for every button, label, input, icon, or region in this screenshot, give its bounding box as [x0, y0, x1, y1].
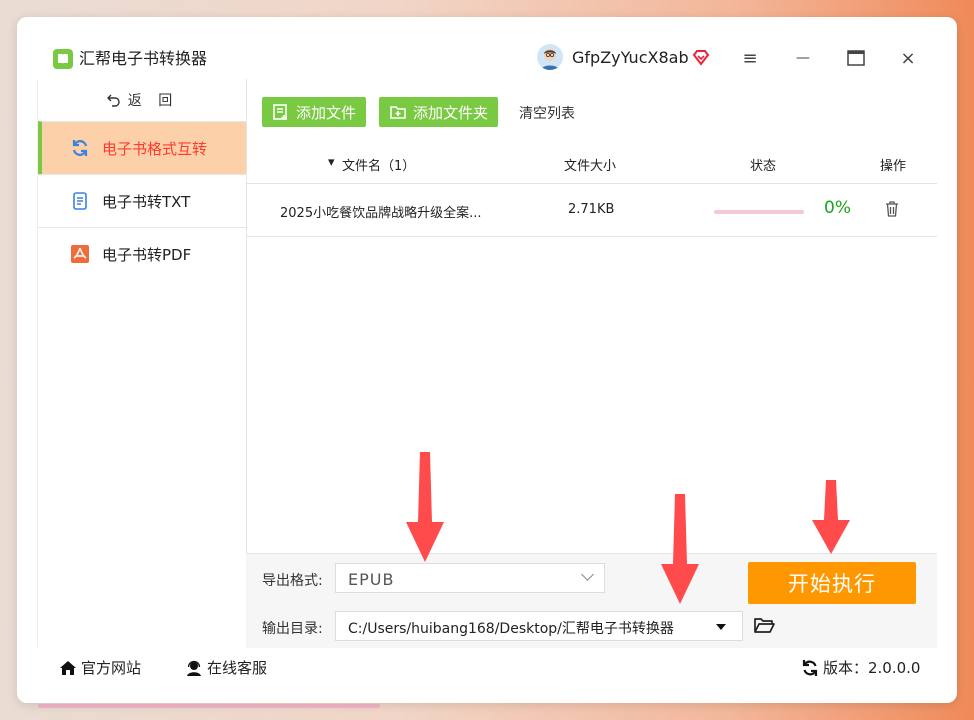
clear-list-button[interactable]: 清空列表: [519, 103, 575, 123]
official-website-link[interactable]: 官方网站: [59, 657, 141, 678]
version-label: 版本：2.0.0.0: [823, 659, 921, 677]
sidebar-item-label: 电子书转PDF: [102, 245, 192, 264]
title-bar: 汇帮电子书转换器 GfpZyYucX8ab ≡ — ×: [17, 17, 957, 79]
column-header-size: 文件大小: [564, 159, 617, 174]
format-select[interactable]: EPUB: [335, 563, 605, 593]
sidebar-item-to-pdf[interactable]: 电子书转PDF: [38, 227, 246, 280]
username[interactable]: GfpZyYucX8ab: [572, 48, 689, 68]
maximize-button[interactable]: [845, 47, 867, 69]
start-button[interactable]: 开始执行: [748, 562, 916, 604]
sidebar-item-label: 电子书转TXT: [102, 192, 191, 211]
add-folder-label: 添加文件夹: [413, 103, 489, 122]
refresh-icon: [802, 659, 818, 676]
chevron-down-icon: [581, 568, 594, 581]
back-button[interactable]: 返 回: [38, 79, 246, 121]
open-folder-icon[interactable]: [753, 614, 775, 636]
progress-bar: [714, 210, 804, 214]
document-icon: [70, 191, 90, 211]
support-label: 在线客服: [207, 659, 268, 677]
close-button[interactable]: ×: [897, 47, 919, 69]
back-label: 返 回: [127, 93, 179, 109]
column-header-action: 操作: [880, 159, 907, 174]
sidebar-item-label: 电子书格式互转: [102, 139, 208, 158]
back-arrow-icon: [106, 94, 120, 107]
add-folder-icon: [390, 106, 406, 119]
file-size: 2.71KB: [568, 202, 615, 217]
sidebar-item-to-txt[interactable]: 电子书转TXT: [38, 174, 246, 227]
column-header-name[interactable]: 文件名（1）: [342, 155, 415, 174]
progress-percent: 0%: [824, 198, 851, 218]
add-folder-button[interactable]: 添加文件夹: [379, 97, 499, 127]
annotation-arrow-down-icon: [406, 452, 444, 562]
table-header: ▾ 文件名（1） 文件大小 状态 操作: [246, 141, 937, 184]
online-support-link[interactable]: 在线客服: [185, 657, 267, 678]
annotation-arrow-down-icon: [661, 494, 699, 604]
pdf-icon: [70, 244, 90, 264]
vip-diamond-icon[interactable]: [691, 48, 711, 68]
app-logo-icon: [53, 49, 73, 69]
sort-triangle-icon[interactable]: ▾: [328, 155, 335, 170]
format-value: EPUB: [348, 570, 395, 589]
menu-icon[interactable]: ≡: [739, 47, 761, 69]
version-info: 版本：2.0.0.0: [801, 657, 920, 678]
footer: 官方网站 在线客服 版本：2.0.0.0: [37, 647, 937, 687]
avatar[interactable]: [537, 44, 563, 70]
add-file-button[interactable]: 添加文件: [262, 97, 367, 127]
refresh-icon: [70, 138, 90, 158]
output-dir-value: C:/Users/huibang168/Desktop/汇帮电子书转换器: [348, 621, 674, 637]
dropdown-triangle-icon: [716, 624, 726, 630]
background-decoration: [38, 704, 380, 708]
file-name: 2025小吃餐饮品牌战略升级全案...: [280, 206, 482, 221]
app-window: 汇帮电子书转换器 GfpZyYucX8ab ≡ — × 返 回 电子书格式互转 …: [17, 17, 957, 703]
output-dir-select[interactable]: C:/Users/huibang168/Desktop/汇帮电子书转换器: [335, 611, 743, 641]
minimize-button[interactable]: —: [792, 47, 814, 69]
output-dir-label: 输出目录:: [262, 621, 323, 637]
add-file-icon: [273, 104, 287, 120]
settings-panel: 导出格式: EPUB 输出目录: C:/Users/huibang168/Des…: [246, 553, 937, 648]
support-icon: [187, 660, 201, 676]
sidebar-item-format-convert[interactable]: 电子书格式互转: [38, 121, 246, 174]
add-file-label: 添加文件: [296, 103, 357, 122]
sidebar: 返 回 电子书格式互转 电子书转TXT 电子书转PDF: [37, 79, 247, 647]
trash-icon[interactable]: [884, 200, 900, 222]
table-row[interactable]: 2025小吃餐饮品牌战略升级全案... 2.71KB 0%: [246, 184, 937, 237]
annotation-arrow-down-icon: [812, 480, 850, 554]
app-title: 汇帮电子书转换器: [79, 49, 208, 68]
home-icon: [60, 660, 76, 675]
website-label: 官方网站: [81, 659, 142, 677]
column-header-status: 状态: [750, 159, 777, 174]
format-label: 导出格式:: [262, 573, 323, 589]
